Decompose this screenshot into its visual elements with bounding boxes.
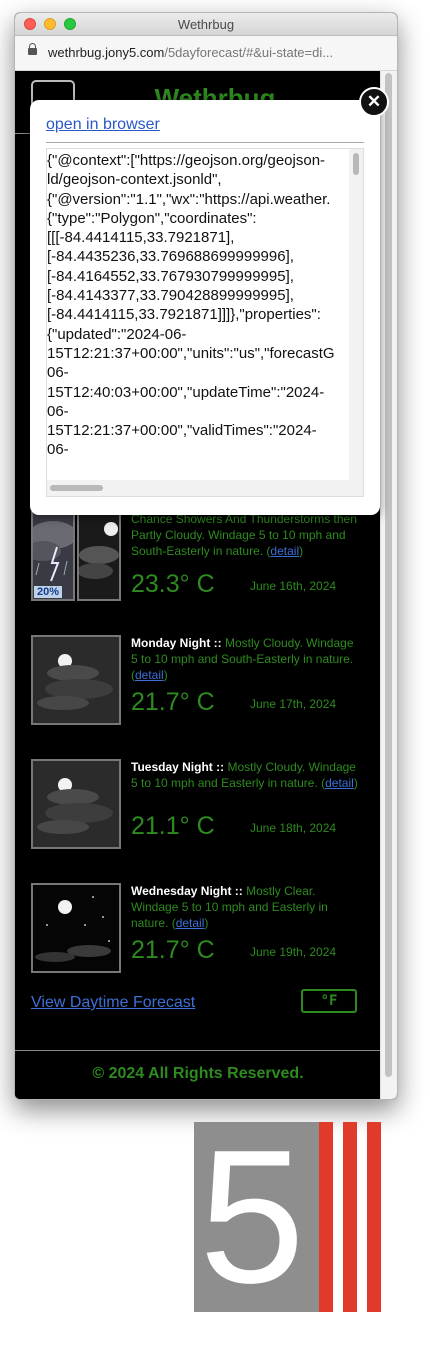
json-line: [-84.4164552,33.767930799999995], bbox=[47, 267, 294, 285]
url-path: /5dayforecast/#&ui-state=di... bbox=[164, 45, 334, 60]
summary-text: Chance Showers And Thunderstorms then Pa… bbox=[131, 512, 357, 558]
forecast-summary: Wednesday Night :: Mostly Clear. Windage… bbox=[131, 884, 328, 930]
copyright: © 2024 All Rights Reserved. bbox=[92, 1065, 304, 1082]
jony5-logo: 5 bbox=[194, 1122, 381, 1312]
json-textarea[interactable]: {"@context":["https://geojson.org/geojso… bbox=[46, 148, 364, 497]
json-line: 15T12:21:37+00:00","validTimes":"2024- bbox=[47, 422, 317, 440]
json-line: 15T12:21:37+00:00","units":"us","forecas… bbox=[47, 344, 335, 362]
page-scrollbar-thumb[interactable] bbox=[385, 73, 392, 1077]
forecast-item: Tuesday Night :: Mostly Cloudy. Windage … bbox=[31, 759, 371, 855]
json-horizontal-scrollbar[interactable] bbox=[47, 480, 363, 496]
forecast-summary: Chance Showers And Thunderstorms then Pa… bbox=[131, 512, 357, 558]
detail-link[interactable]: detail bbox=[325, 776, 354, 790]
json-text: {"@context":["https://geojson.org/geojso… bbox=[47, 149, 349, 483]
forecast-date: June 18th, 2024 bbox=[250, 821, 337, 835]
modal-divider bbox=[46, 142, 364, 143]
forecast-date: June 16th, 2024 bbox=[250, 579, 337, 593]
detail-link[interactable]: detail bbox=[176, 916, 205, 930]
url-bar[interactable]: wethrbug.jony5.com/5dayforecast/#&ui-sta… bbox=[15, 36, 397, 71]
json-line: 06- bbox=[47, 441, 69, 459]
forecast-summary: Monday Night :: Mostly Cloudy. Windage 5… bbox=[131, 636, 354, 682]
logo-digit: 5 bbox=[199, 1122, 305, 1312]
temperature: 21.1° C bbox=[131, 812, 215, 840]
mostly-cloudy-night-icon bbox=[31, 635, 121, 725]
title-bar: Wethrbug bbox=[15, 13, 397, 36]
close-modal-button[interactable]: ✕ bbox=[359, 87, 389, 117]
json-line: [-84.4143377,33.790428899999995], bbox=[47, 287, 294, 305]
detail-link[interactable]: detail bbox=[270, 544, 299, 558]
forecast-date: June 19th, 2024 bbox=[250, 945, 337, 959]
mostly-clear-night-icon bbox=[31, 883, 121, 973]
logo-red-bar bbox=[343, 1122, 357, 1312]
forecast-item: Wednesday Night :: Mostly Clear. Windage… bbox=[31, 883, 371, 979]
view-daytime-forecast-link[interactable]: View Daytime Forecast bbox=[31, 994, 195, 1012]
window-title: Wethrbug bbox=[177, 17, 235, 32]
url-host: wethrbug.jony5.com bbox=[48, 45, 165, 60]
footer-divider bbox=[15, 1050, 381, 1051]
json-modal: open in browser {"@context":["https://ge… bbox=[30, 100, 380, 515]
json-line: [[[-84.4414115,33.7921871], bbox=[47, 229, 235, 247]
detail-link[interactable]: detail bbox=[135, 668, 164, 682]
precip-chance: 20% bbox=[34, 586, 63, 598]
open-in-browser-link[interactable]: open in browser bbox=[46, 116, 160, 134]
temperature: 21.7° C bbox=[131, 936, 215, 964]
unit-toggle-button[interactable]: °F bbox=[301, 989, 357, 1013]
json-horizontal-scrollbar-thumb[interactable] bbox=[50, 485, 103, 491]
temperature: 23.3° C bbox=[131, 570, 215, 598]
url-text[interactable]: wethrbug.jony5.com/5dayforecast/#&ui-sta… bbox=[48, 45, 333, 60]
json-line: {"@version":"1.1","wx":"https://api.weat… bbox=[47, 190, 331, 208]
period-name: Tuesday Night :: bbox=[131, 760, 225, 774]
json-vertical-scrollbar[interactable] bbox=[349, 149, 363, 481]
mostly-cloudy-night-icon bbox=[31, 759, 121, 849]
forecast-summary: Tuesday Night :: Mostly Cloudy. Windage … bbox=[131, 760, 358, 790]
temperature: 21.7° C bbox=[131, 688, 215, 716]
page-scrollbar[interactable] bbox=[380, 71, 397, 1099]
json-line: 06- bbox=[47, 402, 69, 420]
forecast-item: Monday Night :: Mostly Cloudy. Windage 5… bbox=[31, 635, 371, 731]
forecast-item: 20% Chance Showers And Thunderstorms the… bbox=[31, 511, 371, 607]
thunderstorm-icon: 20% bbox=[31, 511, 75, 601]
json-line: [-84.4435236,33.769688699999996], bbox=[47, 248, 294, 266]
json-line: ld/geojson-context.jsonld", bbox=[47, 171, 222, 189]
logo-red-bar bbox=[367, 1122, 381, 1312]
json-vertical-scrollbar-thumb[interactable] bbox=[353, 153, 359, 175]
logo-red-bar bbox=[319, 1122, 333, 1312]
json-line: 06- bbox=[47, 364, 69, 382]
forecast-date: June 17th, 2024 bbox=[250, 697, 337, 711]
period-name: Wednesday Night :: bbox=[131, 884, 243, 898]
json-line: {"type":"Polygon","coordinates": bbox=[47, 209, 257, 227]
json-line: {"@context":["https://geojson.org/geojso… bbox=[47, 152, 326, 169]
json-line: 15T12:40:03+00:00","updateTime":"2024- bbox=[47, 383, 325, 401]
partly-cloudy-night-icon bbox=[77, 511, 121, 601]
json-line: {"updated":"2024-06- bbox=[47, 325, 187, 343]
lock-icon bbox=[28, 43, 37, 55]
period-name: Monday Night :: bbox=[131, 636, 222, 650]
json-line: [-84.4414115,33.7921871]]]},"properties"… bbox=[47, 306, 321, 324]
